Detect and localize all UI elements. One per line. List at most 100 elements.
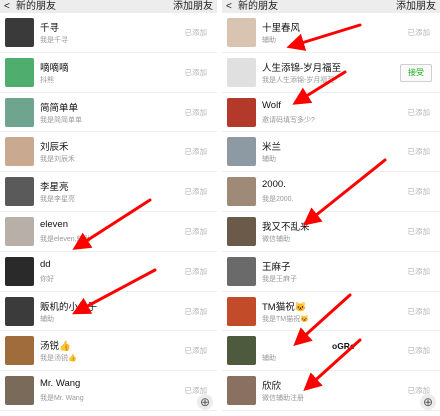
- friend-request-row[interactable]: eleven 我是eleven,辅助 已添加: [0, 212, 217, 252]
- request-message: 你好: [40, 275, 54, 283]
- friend-request-row[interactable]: 2000. 我是2000. 已添加: [222, 172, 440, 212]
- friend-request-row[interactable]: 汤锐👍 我是汤锐👍 已添加: [0, 331, 217, 372]
- avatar[interactable]: [227, 216, 256, 246]
- friend-request-row[interactable]: 十里春风 辅助 已添加: [222, 13, 440, 53]
- avatar[interactable]: [5, 336, 34, 366]
- avatar[interactable]: [5, 296, 34, 326]
- request-message: 我是刘辰禾: [40, 156, 75, 164]
- request-message: 我是李星亮: [40, 196, 75, 204]
- request-message: 我是2000.: [262, 196, 294, 204]
- avatar[interactable]: [227, 336, 256, 366]
- contact-name: Wolf: [262, 99, 281, 111]
- contact-name: 简简单单: [40, 102, 79, 114]
- left-screen: < 新的朋友 添加朋友 千寻 我是千寻 已添加 嘀嘀嘀 抖熊 已添加 简简单单 我是简简单单已…: [0, 0, 217, 416]
- added-status: 已添加: [184, 346, 208, 356]
- extra-label: oGRe: [332, 341, 355, 352]
- request-message: 辅助: [262, 156, 276, 164]
- contact-name: 十里春风: [262, 23, 301, 34]
- request-message: 邀请码填写多少?: [262, 116, 315, 124]
- request-message: 微信辅助注册: [262, 395, 304, 403]
- friend-request-row[interactable]: 简简单单我是简简单单 已添加: [0, 93, 217, 133]
- contact-name: 刘辰禾: [40, 142, 69, 154]
- page-title: 新的朋友: [16, 1, 56, 12]
- avatar[interactable]: [227, 137, 256, 167]
- friend-request-row[interactable]: 我又不乱来 微信辅助 已添加: [222, 212, 440, 252]
- contact-name: TM猫祝🐱: [262, 301, 307, 313]
- request-message: 我是千寻: [40, 37, 68, 44]
- avatar[interactable]: [5, 177, 34, 207]
- contact-name: 嘀嘀嘀: [40, 62, 69, 74]
- request-message: 我是Mr. Wang: [40, 395, 84, 403]
- avatar[interactable]: [227, 296, 256, 326]
- request-message: 我是汤锐👍: [40, 355, 77, 363]
- added-status: 已添加: [407, 187, 431, 197]
- back-icon[interactable]: <: [4, 0, 10, 13]
- avatar[interactable]: [227, 18, 256, 47]
- friend-request-row[interactable]: Mr. Wang 我是Mr. Wang 已添加: [0, 371, 217, 411]
- added-status: 已添加: [407, 147, 431, 157]
- friend-request-list: 千寻 我是千寻 已添加 嘀嘀嘀 抖熊 已添加 简简单单 我是简简单单 已添加 刘辰禾 我是刘辰禾 已添…: [0, 13, 217, 416]
- avatar[interactable]: [5, 18, 34, 47]
- contact-name: 汤锐👍: [40, 341, 71, 353]
- avatar[interactable]: [5, 57, 34, 87]
- contact-name: 2000.: [262, 179, 286, 191]
- added-status: 已添加: [184, 266, 208, 276]
- right-screen: < 新的朋友 添加朋友 十里春风 辅助 已添加 人生添锦-岁月福至 我是人生添锦-岁月福…: [222, 0, 440, 416]
- nav-bar: < 新的朋友 添加朋友: [0, 0, 217, 13]
- avatar[interactable]: [227, 97, 256, 127]
- friend-request-row[interactable]: 李星亮我是李星亮 已添加: [0, 172, 217, 212]
- avatar[interactable]: [227, 57, 256, 87]
- avatar[interactable]: [5, 137, 34, 167]
- contact-name: 贩机的小伙子: [40, 301, 98, 313]
- friend-request-row[interactable]: 欣欣 微信辅助注册 已添加: [222, 371, 440, 411]
- friend-request-row[interactable]: 千寻 我是千寻 已添加: [0, 13, 217, 53]
- added-status: 已添加: [184, 226, 208, 236]
- added-status: 已添加: [407, 226, 431, 236]
- contact-name: eleven: [40, 218, 68, 230]
- contact-name: dd: [40, 258, 51, 270]
- avatar[interactable]: [5, 256, 34, 286]
- avatar[interactable]: [227, 177, 256, 207]
- friend-request-row[interactable]: dd 你好 已添加: [0, 252, 217, 292]
- request-message: 我是TM猫祝🐱: [262, 315, 309, 323]
- request-message: 辅助: [40, 315, 54, 323]
- friend-request-row[interactable]: TM猫祝🐱 我是TM猫祝🐱 已添加: [222, 292, 440, 332]
- request-message: 辅助: [262, 355, 276, 363]
- contact-name: Mr. Wang: [40, 378, 81, 390]
- contact-name: 李星亮: [40, 182, 69, 194]
- added-status: 已添加: [184, 147, 208, 157]
- nav-bar: < 新的朋友 添加朋友: [222, 0, 440, 13]
- contact-name: 王麻子: [262, 261, 291, 273]
- avatar[interactable]: [5, 97, 34, 127]
- request-message: 我是简简单单: [40, 116, 82, 124]
- avatar[interactable]: [5, 376, 34, 406]
- friend-request-row[interactable]: Wolf 邀请码填写多少? 已添加: [222, 93, 440, 133]
- add-friend-button[interactable]: 添加朋友: [173, 0, 213, 13]
- friend-request-row[interactable]: 刘辰禾我是刘辰禾 已添加: [0, 132, 217, 173]
- added-status: 已添加: [184, 107, 208, 117]
- back-icon[interactable]: <: [226, 0, 232, 13]
- contact-name: 米兰: [262, 142, 282, 154]
- zoom-in-icon[interactable]: ⊕: [420, 394, 436, 410]
- added-status: 已添加: [184, 306, 208, 316]
- add-friend-button[interactable]: 添加朋友: [396, 0, 436, 13]
- accept-button[interactable]: 接受: [400, 63, 432, 82]
- added-status: 已添加: [407, 107, 431, 117]
- added-status: 已添加: [407, 346, 431, 356]
- friend-request-row[interactable]: 辅助 oGRe 已添加: [222, 331, 440, 372]
- added-status: 已添加: [184, 67, 208, 77]
- avatar[interactable]: [5, 216, 34, 246]
- friend-request-row[interactable]: 人生添锦-岁月福至 我是人生添锦-岁月福至 接受: [222, 53, 440, 93]
- friend-request-row[interactable]: 嘀嘀嘀 抖熊 已添加: [0, 53, 217, 93]
- zoom-in-icon[interactable]: ⊕: [197, 394, 213, 410]
- added-status: 已添加: [184, 187, 208, 197]
- avatar[interactable]: [227, 376, 256, 406]
- friend-request-row[interactable]: 王麻子 我是王麻子 已添加: [222, 252, 440, 292]
- friend-request-row[interactable]: 贩机的小伙子辅助 已添加: [0, 292, 217, 332]
- request-message: 我是eleven,辅助: [40, 235, 91, 243]
- friend-request-list: 十里春风 辅助 已添加 人生添锦-岁月福至 我是人生添锦-岁月福至 接受 Wolf 邀请码填写…: [222, 13, 440, 416]
- avatar[interactable]: [227, 256, 256, 286]
- request-message: 我是王麻子: [262, 275, 297, 283]
- request-message: 微信辅助: [262, 235, 290, 243]
- friend-request-row[interactable]: 米兰辅助 已添加: [222, 132, 440, 173]
